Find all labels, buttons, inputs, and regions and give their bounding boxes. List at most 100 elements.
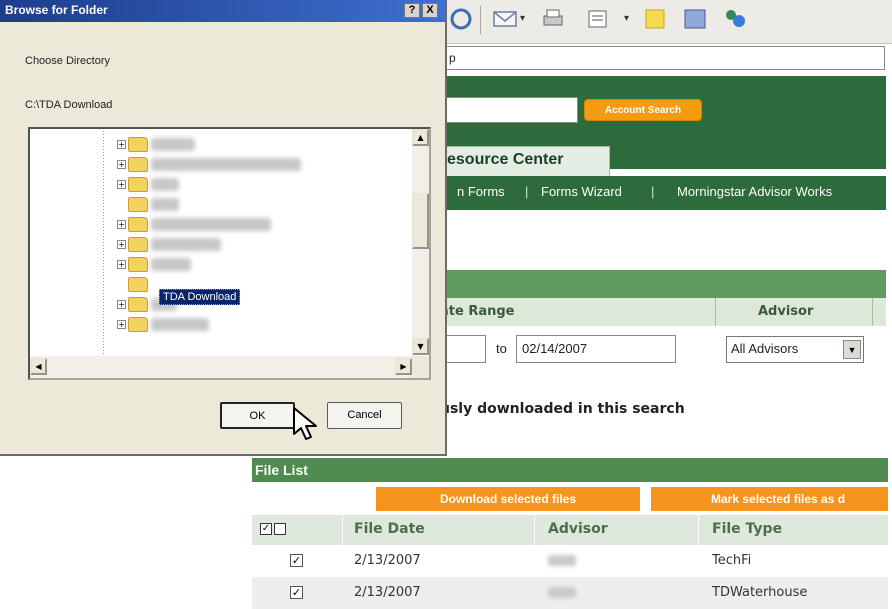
folder-icon bbox=[128, 317, 148, 332]
column-divider bbox=[715, 298, 716, 326]
date-to-label: to bbox=[496, 341, 507, 356]
scroll-down-icon[interactable]: ▼ bbox=[412, 338, 429, 355]
expand-icon[interactable]: + bbox=[117, 240, 126, 249]
folder-icon bbox=[128, 217, 148, 232]
folder-label-redacted bbox=[151, 238, 221, 251]
dialog-titlebar[interactable]: Browse for Folder ? X bbox=[0, 0, 445, 22]
nav-divider: | bbox=[651, 184, 655, 199]
tab-resource-center[interactable]: esource Center bbox=[440, 146, 610, 176]
nav-item-forms-wizard[interactable]: Forms Wizard bbox=[541, 184, 622, 199]
notes-icon[interactable] bbox=[642, 6, 668, 32]
folder-label-redacted bbox=[151, 318, 209, 331]
chevron-down-icon[interactable]: ▼ bbox=[843, 340, 861, 359]
scroll-up-icon[interactable]: ▲ bbox=[412, 129, 429, 146]
check-all-checkbox[interactable]: ✓ bbox=[260, 523, 272, 535]
expand-icon[interactable]: + bbox=[117, 260, 126, 269]
folder-icon bbox=[128, 237, 148, 252]
mail-icon[interactable] bbox=[492, 6, 518, 32]
folder-icon bbox=[128, 177, 148, 192]
nav-item-morningstar[interactable]: Morningstar Advisor Works bbox=[677, 184, 832, 199]
folder-label-redacted bbox=[151, 218, 271, 231]
messenger-icon[interactable] bbox=[722, 6, 748, 32]
tree-connector bbox=[103, 131, 104, 354]
scroll-right-icon[interactable]: ▶ bbox=[395, 358, 412, 375]
expand-icon[interactable]: + bbox=[117, 160, 126, 169]
file-date-header[interactable]: File Date bbox=[354, 521, 425, 537]
address-bar[interactable]: p bbox=[440, 46, 885, 70]
folder-icon bbox=[128, 197, 148, 212]
folder-tree[interactable]: + + + + + + + + TDA Download ▲ ▼ ◀ ▶ bbox=[28, 127, 431, 380]
research-icon[interactable] bbox=[682, 6, 708, 32]
close-button[interactable]: X bbox=[422, 3, 438, 18]
folder-label-redacted bbox=[151, 178, 179, 191]
choose-directory-label: Choose Directory bbox=[25, 55, 110, 67]
mark-selected-button[interactable]: Mark selected files as d bbox=[651, 487, 888, 511]
expand-icon[interactable]: + bbox=[117, 220, 126, 229]
mail-dropdown-icon[interactable]: ▾ bbox=[520, 13, 525, 24]
folder-label-redacted bbox=[151, 198, 179, 211]
print-icon[interactable] bbox=[540, 6, 566, 32]
file-table-header: ✓ File Date Advisor File Type bbox=[252, 515, 888, 545]
advisor-select-value: All Advisors bbox=[731, 341, 799, 356]
uncheck-all-checkbox[interactable] bbox=[274, 523, 286, 535]
expand-icon[interactable]: + bbox=[117, 320, 126, 329]
file-list-title: File List bbox=[252, 458, 888, 482]
mouse-cursor-icon bbox=[293, 407, 317, 440]
file-date-cell: 2/13/2007 bbox=[354, 585, 421, 600]
account-search-button[interactable]: Account Search bbox=[584, 99, 702, 121]
date-range-header: ate Range bbox=[440, 304, 515, 319]
selected-folder-label[interactable]: TDA Download bbox=[159, 289, 241, 305]
scroll-left-icon[interactable]: ◀ bbox=[30, 358, 47, 375]
search-columns: ate Range Advisor bbox=[440, 298, 886, 326]
expand-icon[interactable]: + bbox=[117, 180, 126, 189]
scroll-thumb[interactable] bbox=[412, 193, 429, 249]
search-header-bar bbox=[440, 270, 886, 298]
folder-label-redacted bbox=[151, 138, 195, 151]
folder-icon bbox=[128, 297, 148, 312]
dialog-title: Browse for Folder bbox=[5, 3, 108, 17]
row-checkbox[interactable]: ✓ bbox=[290, 586, 303, 599]
advisor-column-header[interactable]: Advisor bbox=[548, 521, 608, 537]
edit-dropdown-icon[interactable]: ▾ bbox=[624, 13, 629, 24]
account-search-input[interactable] bbox=[440, 97, 578, 123]
advisor-cell-redacted bbox=[548, 587, 576, 598]
folder-icon bbox=[128, 137, 148, 152]
row-checkbox[interactable]: ✓ bbox=[290, 554, 303, 567]
help-button[interactable]: ? bbox=[404, 3, 420, 18]
folder-label-redacted bbox=[151, 258, 191, 271]
advisor-cell-redacted bbox=[548, 555, 576, 566]
edit-icon[interactable] bbox=[585, 6, 611, 32]
refresh-icon[interactable] bbox=[448, 6, 474, 32]
table-row: ✓ 2/13/2007 TechFi bbox=[252, 545, 888, 577]
browse-folder-dialog: Browse for Folder ? X Choose Directory C… bbox=[0, 0, 447, 456]
nav-divider: | bbox=[525, 184, 529, 199]
horizontal-scrollbar[interactable]: ◀ ▶ bbox=[30, 356, 412, 378]
column-divider bbox=[872, 298, 873, 326]
column-divider bbox=[342, 515, 343, 545]
folder-icon bbox=[128, 277, 148, 292]
selected-path-label: C:\TDA Download bbox=[25, 99, 113, 111]
folder-icon bbox=[128, 257, 148, 272]
file-type-cell: TechFi bbox=[712, 553, 752, 568]
folder-label-redacted bbox=[151, 158, 301, 171]
ok-button[interactable]: OK bbox=[220, 402, 295, 429]
column-divider bbox=[534, 515, 535, 545]
file-type-cell: TDWaterhouse bbox=[712, 585, 808, 600]
vertical-scrollbar[interactable]: ▲ ▼ bbox=[412, 129, 429, 355]
download-selected-button[interactable]: Download selected files bbox=[376, 487, 640, 511]
table-row: ✓ 2/13/2007 TDWaterhouse bbox=[252, 577, 888, 609]
column-divider bbox=[698, 515, 699, 545]
folder-icon bbox=[128, 157, 148, 172]
cancel-button[interactable]: Cancel bbox=[327, 402, 402, 429]
date-to-input[interactable]: 02/14/2007 bbox=[516, 335, 676, 363]
previously-downloaded-text: usly downloaded in this search bbox=[440, 401, 685, 417]
file-type-header[interactable]: File Type bbox=[712, 521, 782, 537]
nav-item-forms[interactable]: n Forms bbox=[457, 184, 505, 199]
expand-icon[interactable]: + bbox=[117, 140, 126, 149]
nav-bar: n Forms | Forms Wizard | Morningstar Adv… bbox=[440, 176, 886, 210]
file-date-cell: 2/13/2007 bbox=[354, 553, 421, 568]
advisor-select[interactable]: All Advisors ▼ bbox=[726, 336, 864, 363]
toolbar-separator bbox=[480, 6, 481, 34]
expand-icon[interactable]: + bbox=[117, 300, 126, 309]
scroll-corner bbox=[412, 356, 429, 378]
